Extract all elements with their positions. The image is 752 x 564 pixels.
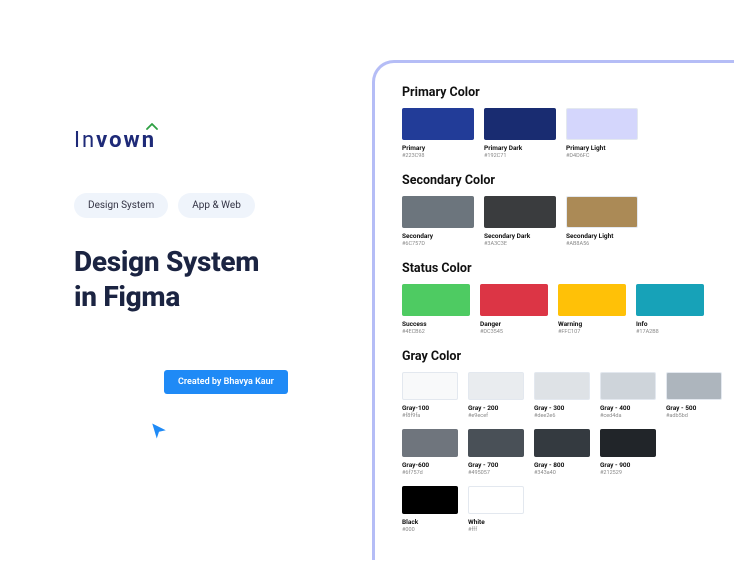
section-title-secondary: Secondary Color bbox=[402, 173, 734, 188]
design-system-panel: Primary Color Primary #223C98 Primary Da… bbox=[372, 60, 734, 560]
swatch-primary[interactable]: Primary #223C98 bbox=[402, 108, 474, 159]
headline-line-1: Design System bbox=[74, 244, 354, 279]
section-status: Status Color Success #4ECB62 Danger #DC3… bbox=[402, 261, 734, 335]
swatch-white[interactable]: White #fff bbox=[468, 486, 524, 533]
swatch-gray-600[interactable]: Gray-600 #6f757d bbox=[402, 429, 458, 476]
section-gray: Gray Color Gray-100 #f8f9fa Gray - 200 #… bbox=[402, 349, 734, 533]
swatch-info[interactable]: Info #17A2B8 bbox=[636, 284, 704, 335]
swatch-danger[interactable]: Danger #DC3545 bbox=[480, 284, 548, 335]
swatch-gray-700[interactable]: Gray - 700 #495057 bbox=[468, 429, 524, 476]
headline-line-2: in Figma bbox=[74, 279, 354, 314]
swatch-gray-500[interactable]: Gray - 500 #adb5bd bbox=[666, 372, 722, 419]
swatch-secondary-dark[interactable]: Secondary Dark #3A3C3E bbox=[484, 196, 556, 247]
swatch-success[interactable]: Success #4ECB62 bbox=[402, 284, 470, 335]
section-title-status: Status Color bbox=[402, 261, 734, 276]
swatch-secondary[interactable]: Secondary #6C757D bbox=[402, 196, 474, 247]
section-title-gray: Gray Color bbox=[402, 349, 734, 364]
pill-design-system[interactable]: Design System bbox=[74, 193, 168, 218]
swatch-secondary-light[interactable]: Secondary Light #AB8A56 bbox=[566, 196, 638, 247]
swatch-gray-300[interactable]: Gray - 300 #dee2e6 bbox=[534, 372, 590, 419]
brand-logo: Invown bbox=[74, 128, 156, 153]
swatch-black[interactable]: Black #000 bbox=[402, 486, 458, 533]
page-title: Design System in Figma bbox=[74, 244, 354, 314]
cursor-icon bbox=[150, 422, 168, 444]
swatch-gray-400[interactable]: Gray - 400 #ced4da bbox=[600, 372, 656, 419]
credit-badge[interactable]: Created by Bhavya Kaur bbox=[164, 370, 288, 394]
pill-app-web[interactable]: App & Web bbox=[178, 193, 255, 218]
section-secondary: Secondary Color Secondary #6C757D Second… bbox=[402, 173, 734, 247]
swatch-gray-800[interactable]: Gray - 800 #343a40 bbox=[534, 429, 590, 476]
swatch-warning[interactable]: Warning #FFC107 bbox=[558, 284, 626, 335]
swatch-primary-light[interactable]: Primary Light #D4D6FC bbox=[566, 108, 638, 159]
tag-pills: Design System App & Web bbox=[74, 193, 354, 218]
swatch-gray-100[interactable]: Gray-100 #f8f9fa bbox=[402, 372, 458, 419]
swatch-gray-200[interactable]: Gray - 200 #e9ecef bbox=[468, 372, 524, 419]
section-title-primary: Primary Color bbox=[402, 85, 734, 100]
swatch-gray-900[interactable]: Gray - 900 #212529 bbox=[600, 429, 656, 476]
roof-icon bbox=[146, 122, 158, 133]
section-primary: Primary Color Primary #223C98 Primary Da… bbox=[402, 85, 734, 159]
swatch-primary-dark[interactable]: Primary Dark #192C71 bbox=[484, 108, 556, 159]
logo-text-part1: In bbox=[74, 128, 96, 153]
